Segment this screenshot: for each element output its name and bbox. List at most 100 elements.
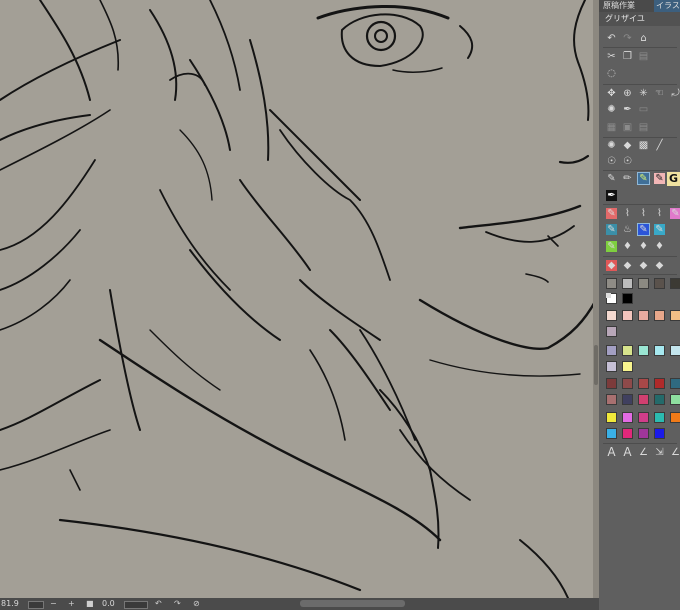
- zoom-out-button[interactable]: −: [50, 598, 57, 610]
- color-swatch[interactable]: [606, 361, 617, 372]
- move-icon[interactable]: ✥: [606, 88, 617, 99]
- zoom-in-button[interactable]: +: [68, 598, 75, 610]
- color-swatch[interactable]: [622, 394, 633, 405]
- color-swatch[interactable]: [670, 394, 680, 405]
- color-swatch[interactable]: [622, 345, 633, 356]
- color-swatch[interactable]: [670, 378, 680, 389]
- color-swatch[interactable]: [654, 412, 665, 423]
- frame-icon[interactable]: ▣: [622, 122, 633, 133]
- color-swatch[interactable]: [606, 310, 617, 321]
- horizontal-scroll-thumb[interactable]: [300, 600, 405, 607]
- vector-pen-icon[interactable]: ∠: [638, 447, 649, 458]
- gradient-icon[interactable]: ▩: [638, 140, 649, 151]
- brush3-icon[interactable]: ⌇: [654, 208, 665, 219]
- color-swatch[interactable]: [654, 310, 665, 321]
- loading-icon[interactable]: ✺: [606, 104, 617, 115]
- undo-icon[interactable]: ↶: [606, 33, 617, 44]
- color-swatch[interactable]: [606, 412, 617, 423]
- color-swatch[interactable]: [654, 428, 665, 439]
- correct-line2-icon[interactable]: ∠: [670, 447, 680, 458]
- color-swatch[interactable]: [606, 378, 617, 389]
- blank-icon[interactable]: ▭: [638, 104, 649, 115]
- color-swatch[interactable]: [638, 310, 649, 321]
- rotate-left-icon[interactable]: ↶: [155, 598, 162, 610]
- color-swatch[interactable]: [622, 412, 633, 423]
- color-swatch[interactable]: [670, 345, 680, 356]
- brush-icon[interactable]: ⌇: [622, 208, 633, 219]
- fill-icon[interactable]: ◆: [622, 140, 633, 151]
- zoom-slider[interactable]: [28, 601, 44, 609]
- color-swatch[interactable]: [622, 278, 633, 289]
- color-swatch[interactable]: [670, 310, 680, 321]
- correct-line-icon[interactable]: ⇲: [654, 447, 665, 458]
- rotate-right-icon[interactable]: ↷: [174, 598, 181, 610]
- ink-brush-icon[interactable]: ✒: [606, 190, 617, 201]
- color-swatch[interactable]: [670, 278, 680, 289]
- brush-mark-icon[interactable]: ✺: [606, 140, 617, 151]
- spray-icon[interactable]: ♨: [622, 224, 633, 235]
- ruler-icon[interactable]: ▦: [606, 122, 617, 133]
- color-swatch[interactable]: [654, 378, 665, 389]
- hand-icon[interactable]: ☜: [654, 88, 665, 99]
- fit-icon[interactable]: ■: [86, 598, 94, 610]
- airbrush-icon[interactable]: ✎: [606, 224, 617, 235]
- pencil-icon[interactable]: ✏: [622, 173, 633, 184]
- drawing-canvas[interactable]: [0, 0, 596, 598]
- drop3-icon[interactable]: ♦: [654, 241, 665, 252]
- color-swatch[interactable]: [638, 378, 649, 389]
- color-swatch[interactable]: [606, 394, 617, 405]
- rotate-icon[interactable]: ⤾: [670, 88, 680, 99]
- cut-icon[interactable]: ✂: [606, 51, 617, 62]
- color-swatch[interactable]: [654, 278, 665, 289]
- color-swatch[interactable]: [638, 412, 649, 423]
- tab-manuscript[interactable]: 原稿作業: [601, 0, 653, 12]
- color-swatch[interactable]: [638, 278, 649, 289]
- color-swatch[interactable]: [606, 278, 617, 289]
- vertical-scroll-thumb[interactable]: [594, 345, 598, 385]
- color-swatch[interactable]: [622, 361, 633, 372]
- color-swatch[interactable]: [622, 378, 633, 389]
- color-swatch[interactable]: [670, 412, 680, 423]
- color-swatch[interactable]: [622, 428, 633, 439]
- color-swatch[interactable]: [654, 345, 665, 356]
- eraser-red-icon[interactable]: ◆: [606, 260, 617, 271]
- color-swatch[interactable]: [606, 326, 617, 337]
- blend-brush-icon[interactable]: ✎: [637, 223, 650, 236]
- marker-icon[interactable]: ✎: [637, 172, 650, 185]
- blend-icon[interactable]: ☉: [606, 156, 617, 167]
- tab-illustration[interactable]: イラスト: [654, 0, 680, 12]
- copy-icon[interactable]: ❐: [622, 51, 633, 62]
- stamp-icon[interactable]: ▤: [638, 122, 649, 133]
- color-swatch[interactable]: [638, 394, 649, 405]
- reset-rotate-icon[interactable]: ⊘: [193, 598, 200, 610]
- g-pen-badge[interactable]: G: [667, 172, 680, 186]
- blend-brush2-icon[interactable]: ✎: [654, 224, 665, 235]
- text-tool-alt-icon[interactable]: A: [622, 446, 633, 458]
- pen-icon[interactable]: ✎: [606, 173, 617, 184]
- eyedropper-icon[interactable]: ✒: [622, 104, 633, 115]
- black-color-swatch[interactable]: [622, 293, 633, 304]
- color-swatch[interactable]: [638, 428, 649, 439]
- trash-icon[interactable]: ⌂: [638, 33, 649, 44]
- text-tool-icon[interactable]: A: [606, 446, 617, 458]
- auto-select-icon[interactable]: ✳: [638, 88, 649, 99]
- blend2-icon[interactable]: ☉: [622, 156, 633, 167]
- green-brush-icon[interactable]: ✎: [606, 241, 617, 252]
- watercolor-red-icon[interactable]: ✎: [606, 208, 617, 219]
- redo-icon[interactable]: ↷: [622, 33, 633, 44]
- color-swatch[interactable]: [638, 345, 649, 356]
- brush-pink-icon[interactable]: ✎: [670, 208, 680, 219]
- eraser2-icon[interactable]: ◆: [638, 260, 649, 271]
- color-swatch[interactable]: [606, 345, 617, 356]
- paste-icon[interactable]: ▤: [638, 51, 649, 62]
- color-swatch[interactable]: [622, 310, 633, 321]
- lasso-icon[interactable]: ◌: [606, 68, 617, 79]
- color-swatch[interactable]: [606, 428, 617, 439]
- eraser3-icon[interactable]: ◆: [654, 260, 665, 271]
- color-swatch[interactable]: [654, 394, 665, 405]
- eraser-icon[interactable]: ◆: [622, 260, 633, 271]
- highlight-pen-icon[interactable]: ✎: [654, 173, 665, 184]
- angle-slider[interactable]: [124, 601, 148, 609]
- zoom-icon[interactable]: ⊕: [622, 88, 633, 99]
- brush2-icon[interactable]: ⌇: [638, 208, 649, 219]
